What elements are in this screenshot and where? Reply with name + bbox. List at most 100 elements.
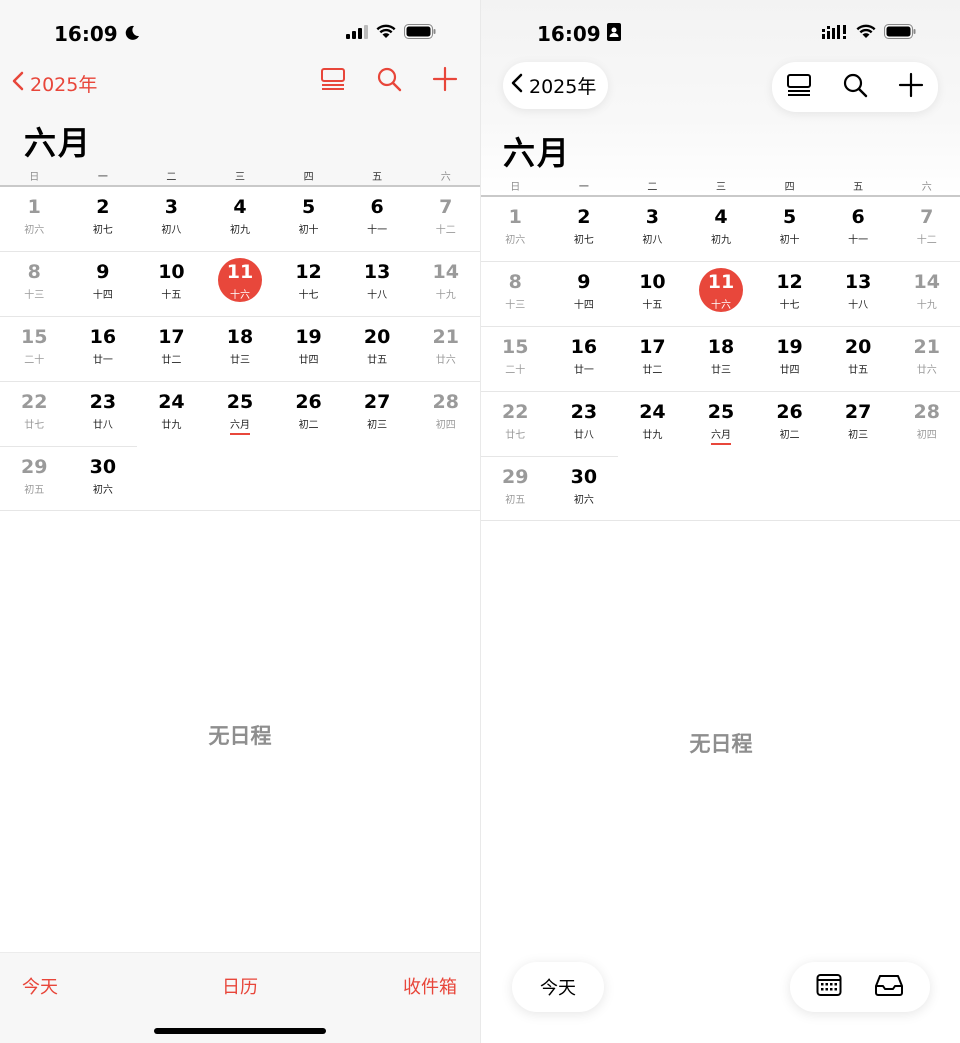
day-cell[interactable]: 11 十六 (687, 262, 756, 326)
day-cell[interactable]: 4 初九 (687, 197, 756, 261)
day-cell[interactable]: 1 初六 (481, 197, 550, 261)
day-cell[interactable]: 5 初十 (755, 197, 824, 261)
day-cell[interactable]: 20 廿五 (343, 317, 412, 381)
search-icon[interactable] (842, 72, 868, 102)
day-cell[interactable]: 28 初四 (411, 382, 480, 446)
day-cell[interactable]: 17 廿二 (137, 317, 206, 381)
day-cell[interactable]: 15 二十 (0, 317, 69, 381)
day-number: 15 (502, 336, 529, 358)
day-cell[interactable]: 23 廿八 (550, 392, 619, 456)
lunar-date: 廿二 (161, 355, 182, 366)
lunar-date: 廿九 (642, 430, 663, 441)
lunar-date: 廿五 (367, 355, 388, 366)
day-cell[interactable]: 14 十九 (892, 262, 960, 326)
day-cell[interactable]: 30 初六 (550, 457, 619, 522)
day-cell[interactable]: 22 廿七 (481, 392, 550, 456)
lunar-date: 十九 (916, 300, 937, 311)
day-cell[interactable]: 8 十三 (481, 262, 550, 326)
day-cell (618, 457, 687, 522)
day-cell[interactable]: 16 廿一 (550, 327, 619, 391)
calendars-button[interactable]: 日历 (222, 973, 258, 999)
day-number: 6 (851, 206, 865, 228)
add-icon[interactable] (898, 72, 924, 102)
day-cell[interactable]: 7 十二 (892, 197, 960, 261)
day-cell[interactable]: 17 廿二 (618, 327, 687, 391)
day-cell[interactable]: 22 廿七 (0, 382, 69, 446)
day-cell[interactable]: 4 初九 (206, 187, 275, 251)
day-number: 5 (782, 206, 797, 228)
day-cell[interactable]: 11 十六 (206, 252, 275, 316)
day-cell[interactable]: 3 初八 (618, 197, 687, 261)
day-cell[interactable]: 26 初二 (755, 392, 824, 456)
week-row: 22 廿七 23 廿八 24 廿九 25 六月 26 初二 27 初三 28 初四 (0, 382, 480, 447)
day-cell[interactable]: 29 初五 (0, 447, 69, 512)
today-button[interactable]: 今天 (512, 962, 604, 1012)
day-number: 25 (707, 401, 735, 423)
no-events-text: 无日程 (208, 724, 272, 748)
today-button[interactable]: 今天 (22, 973, 58, 999)
day-cell[interactable]: 21 廿六 (892, 327, 960, 391)
day-cell[interactable]: 7 十二 (411, 187, 480, 251)
day-cell[interactable]: 19 廿四 (274, 317, 343, 381)
day-cell[interactable]: 6 十一 (343, 187, 412, 251)
day-cell[interactable]: 12 十七 (755, 262, 824, 326)
day-cell[interactable]: 25 六月 (687, 392, 756, 456)
day-cell[interactable]: 29 初五 (481, 457, 550, 522)
day-cell[interactable]: 10 十五 (618, 262, 687, 326)
day-number: 4 (714, 206, 728, 228)
day-cell[interactable]: 20 廿五 (824, 327, 893, 391)
day-cell[interactable]: 8 十三 (0, 252, 69, 316)
day-cell[interactable]: 19 廿四 (755, 327, 824, 391)
day-cell[interactable]: 30 初六 (69, 447, 138, 512)
day-cell[interactable]: 27 初三 (343, 382, 412, 446)
day-cell[interactable]: 2 初七 (69, 187, 138, 251)
day-cell[interactable]: 10 十五 (137, 252, 206, 316)
row-divider (0, 446, 137, 447)
lunar-date: 初四 (916, 430, 937, 441)
day-cell[interactable]: 12 十七 (274, 252, 343, 316)
day-number: 16 (570, 336, 598, 358)
search-icon[interactable] (376, 66, 402, 96)
day-cell[interactable]: 2 初七 (550, 197, 619, 261)
lunar-date: 初四 (435, 420, 456, 431)
lunar-date: 初八 (642, 235, 663, 246)
day-cell[interactable]: 3 初八 (137, 187, 206, 251)
status-bar-time: 16:09 (54, 22, 140, 46)
day-number: 5 (301, 196, 316, 218)
day-cell[interactable]: 6 十一 (824, 197, 893, 261)
day-cell[interactable]: 18 廿三 (687, 327, 756, 391)
day-cell[interactable]: 9 十四 (69, 252, 138, 316)
day-cell[interactable]: 13 十八 (343, 252, 412, 316)
back-to-year-button[interactable]: 2025年 (503, 62, 609, 109)
weekday-label: 一 (578, 182, 589, 193)
day-cell[interactable]: 23 廿八 (69, 382, 138, 446)
day-cell[interactable]: 9 十四 (550, 262, 619, 326)
add-icon[interactable] (432, 66, 458, 96)
chevron-left-icon (511, 73, 523, 98)
day-cell[interactable]: 13 十八 (824, 262, 893, 326)
day-cell[interactable]: 24 廿九 (618, 392, 687, 456)
list-view-icon[interactable] (786, 72, 812, 102)
day-cell[interactable]: 27 初三 (824, 392, 893, 456)
month-grid: 1 初六 2 初七 3 初八 4 初九 5 初十 6 十一 7 十二 8 十三 9 十四 10 十五 11 十六 12 十七 1… (0, 187, 480, 512)
day-cell[interactable]: 14 十九 (411, 252, 480, 316)
day-number: 9 (96, 261, 110, 283)
day-cell[interactable]: 25 六月 (206, 382, 275, 446)
day-number: 9 (577, 271, 591, 293)
day-cell[interactable]: 28 初四 (892, 392, 960, 456)
day-cell[interactable]: 18 廿三 (206, 317, 275, 381)
day-cell[interactable]: 15 二十 (481, 327, 550, 391)
day-cell[interactable]: 21 廿六 (411, 317, 480, 381)
inbox-button[interactable]: 收件箱 (403, 973, 457, 999)
day-cell[interactable]: 16 廿一 (69, 317, 138, 381)
day-cell[interactable]: 24 廿九 (137, 382, 206, 446)
list-view-icon[interactable] (320, 66, 346, 96)
inbox-icon[interactable] (874, 973, 904, 1001)
day-number: 8 (27, 261, 41, 283)
day-cell[interactable]: 26 初二 (274, 382, 343, 446)
day-cell[interactable]: 1 初六 (0, 187, 69, 251)
day-cell[interactable]: 5 初十 (274, 187, 343, 251)
calendar-grid-icon[interactable] (816, 973, 842, 1001)
day-number: 29 (502, 466, 529, 488)
back-to-year-button[interactable]: 2025年 (12, 70, 97, 97)
